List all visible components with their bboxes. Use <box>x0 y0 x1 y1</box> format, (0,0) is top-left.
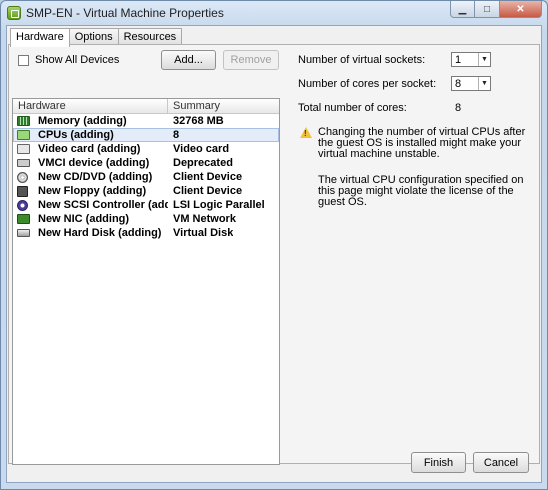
device-summary: 8 <box>173 129 180 141</box>
hardware-row-nic[interactable]: New NIC (adding) VM Network <box>13 212 279 226</box>
cpu-icon <box>17 130 30 140</box>
close-button[interactable]: ✕ <box>500 1 542 18</box>
add-device-button[interactable]: Add... <box>161 50 216 70</box>
hardware-row-hard-disk[interactable]: New Hard Disk (adding) Virtual Disk <box>13 226 279 240</box>
cores-per-socket-label: Number of cores per socket: <box>298 78 437 90</box>
nic-icon <box>17 214 30 224</box>
hardware-row-scsi-controller[interactable]: New SCSI Controller (add... LSI Logic Pa… <box>13 198 279 212</box>
device-summary: Deprecated <box>173 157 233 169</box>
hardware-list: Hardware Summary Memory (adding) 32768 M… <box>12 98 280 465</box>
memory-icon <box>17 116 30 126</box>
hardware-row-cpus[interactable]: CPUs (adding) 8 <box>13 128 279 142</box>
close-icon: ✕ <box>516 3 525 15</box>
cores-per-socket-select[interactable]: 8 ▼ <box>451 76 491 91</box>
hardware-row-memory[interactable]: Memory (adding) 32768 MB <box>13 114 279 128</box>
chevron-down-icon: ▼ <box>478 53 490 66</box>
device-summary: VM Network <box>173 213 236 225</box>
column-summary[interactable]: Summary <box>168 99 220 113</box>
hardware-row-floppy[interactable]: New Floppy (adding) Client Device <box>13 184 279 198</box>
sockets-label: Number of virtual sockets: <box>298 54 426 66</box>
maximize-icon: □ <box>483 3 491 15</box>
device-name: CPUs (adding) <box>38 129 114 141</box>
total-cores-label: Total number of cores: <box>298 102 407 114</box>
vm-properties-window: SMP-EN - Virtual Machine Properties ▁ □ … <box>0 0 548 490</box>
device-name: New Hard Disk (adding) <box>38 227 162 239</box>
vsphere-app-icon <box>7 6 21 20</box>
device-name: New NIC (adding) <box>38 213 130 225</box>
show-all-devices-label: Show All Devices <box>35 54 120 66</box>
chevron-down-icon: ▼ <box>478 77 490 90</box>
vmci-device-icon <box>17 159 30 167</box>
column-hardware[interactable]: Hardware <box>13 99 168 113</box>
window-title: SMP-EN - Virtual Machine Properties <box>26 6 224 20</box>
tab-options[interactable]: Options <box>68 28 119 45</box>
hardware-row-video-card[interactable]: Video card (adding) Video card <box>13 142 279 156</box>
device-name: VMCI device (adding) <box>38 157 150 169</box>
video-card-icon <box>17 144 30 154</box>
window-controls: ▁ □ ✕ <box>450 1 542 19</box>
cpu-change-warning: Changing the number of virtual CPUs afte… <box>318 126 526 160</box>
hard-disk-icon <box>17 229 30 237</box>
sockets-value: 1 <box>455 53 462 66</box>
device-name: New Floppy (adding) <box>38 185 147 197</box>
device-summary: Client Device <box>173 171 243 183</box>
total-cores-value: 8 <box>455 102 462 114</box>
device-name: New CD/DVD (adding) <box>38 171 153 183</box>
remove-device-button[interactable]: Remove <box>223 50 279 70</box>
device-name: Video card (adding) <box>38 143 141 155</box>
cores-per-socket-value: 8 <box>455 77 462 90</box>
device-summary: Client Device <box>173 185 243 197</box>
device-name: New SCSI Controller (add... <box>38 199 168 211</box>
hardware-row-cd-dvd[interactable]: New CD/DVD (adding) Client Device <box>13 170 279 184</box>
cancel-button[interactable]: Cancel <box>473 452 529 473</box>
tab-strip: Hardware Options Resources <box>10 28 183 47</box>
dialog-body: Hardware Options Resources Show All Devi… <box>6 25 542 483</box>
finish-button[interactable]: Finish <box>411 452 466 473</box>
sockets-select[interactable]: 1 ▼ <box>451 52 491 67</box>
hardware-row-vmci[interactable]: VMCI device (adding) Deprecated <box>13 156 279 170</box>
tab-hardware[interactable]: Hardware <box>10 28 70 47</box>
device-summary: 32768 MB <box>173 115 224 127</box>
scsi-controller-icon <box>17 199 28 211</box>
tab-resources[interactable]: Resources <box>117 28 183 45</box>
device-name: Memory (adding) <box>38 115 127 127</box>
show-all-devices-option[interactable]: Show All Devices <box>18 54 119 66</box>
minimize-button[interactable]: ▁ <box>450 1 475 18</box>
device-summary: Virtual Disk <box>173 227 234 239</box>
hardware-list-header: Hardware Summary <box>13 99 279 114</box>
warning-icon <box>300 127 312 138</box>
cd-dvd-icon <box>17 171 28 183</box>
device-summary: Video card <box>173 143 230 155</box>
show-all-devices-checkbox[interactable] <box>18 54 29 66</box>
minimize-icon: ▁ <box>458 3 467 15</box>
title-bar[interactable]: SMP-EN - Virtual Machine Properties ▁ □ … <box>1 1 547 25</box>
license-note: The virtual CPU configuration specified … <box>318 174 524 208</box>
floppy-icon <box>17 185 28 197</box>
hardware-tab-panel: Show All Devices Add... Remove Hardware … <box>8 44 540 465</box>
maximize-button[interactable]: □ <box>475 1 500 18</box>
device-summary: LSI Logic Parallel <box>173 199 265 211</box>
